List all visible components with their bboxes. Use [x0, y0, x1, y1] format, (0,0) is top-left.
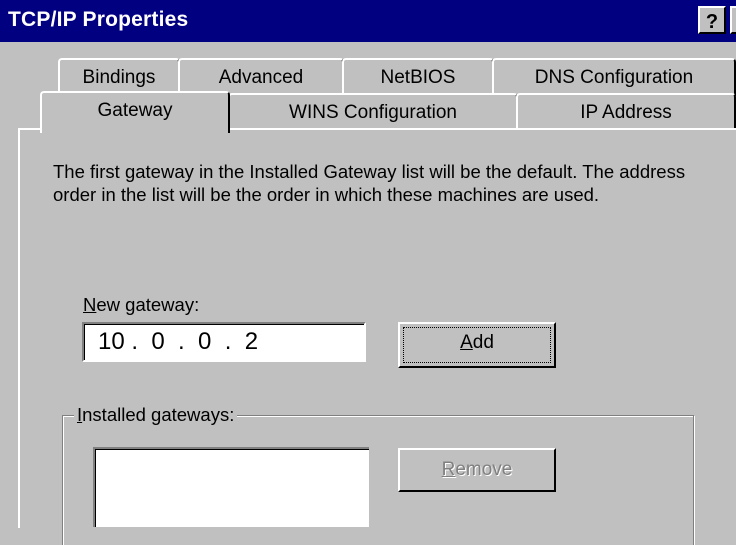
- focus-rect: [403, 327, 551, 363]
- installed-gateways-label: Installed gateways:: [74, 404, 238, 426]
- new-gateway-ip-field[interactable]: 10 . 0 . 0 . 2: [82, 322, 366, 362]
- new-gateway-label: New gateway:: [83, 294, 200, 315]
- title-bar: TCP/IP Properties ? ×: [0, 0, 736, 42]
- tab-gateway[interactable]: Gateway: [40, 91, 230, 133]
- installed-gateways-list[interactable]: [93, 447, 369, 527]
- help-icon: ?: [705, 11, 719, 33]
- description-text: The first gateway in the Installed Gatew…: [53, 161, 686, 205]
- tab-netbios[interactable]: NetBIOS: [342, 58, 494, 96]
- tab-dns-configuration[interactable]: DNS Configuration: [492, 58, 736, 96]
- tab-ip-address[interactable]: IP Address: [516, 93, 736, 130]
- tab-wins-configuration[interactable]: WINS Configuration: [228, 93, 518, 130]
- window-title: TCP/IP Properties: [8, 8, 189, 31]
- add-button[interactable]: Add: [398, 322, 556, 368]
- remove-button[interactable]: Remove: [398, 448, 556, 492]
- help-button[interactable]: ?: [698, 6, 726, 34]
- close-button[interactable]: ×: [730, 6, 736, 34]
